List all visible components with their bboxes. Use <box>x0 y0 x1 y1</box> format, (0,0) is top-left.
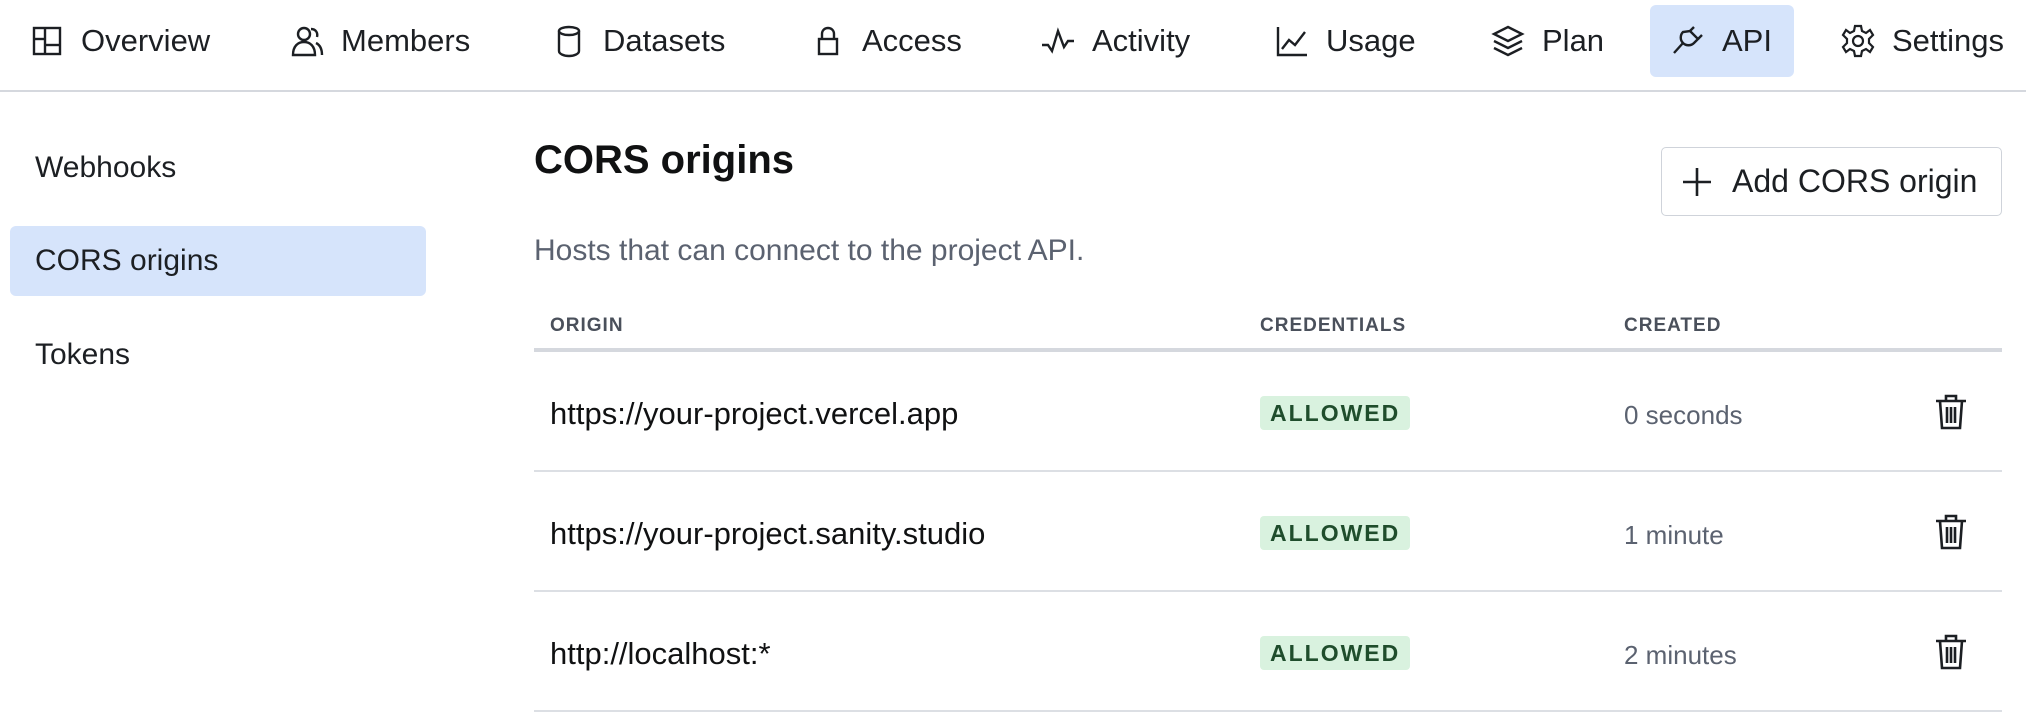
trash-icon[interactable] <box>1931 512 1971 552</box>
created-cell: 2 minutes <box>1624 640 1737 670</box>
tab-label: Access <box>862 23 962 58</box>
lock-icon <box>810 23 846 59</box>
tab-settings[interactable]: Settings <box>1830 5 2014 77</box>
tab-plan[interactable]: Plan <box>1480 5 1614 77</box>
trash-icon[interactable] <box>1931 632 1971 672</box>
tab-members[interactable]: Members <box>279 5 480 77</box>
add-cors-origin-button[interactable]: Add CORS origin <box>1661 147 2002 216</box>
tab-activity[interactable]: Activity <box>1030 5 1200 77</box>
sidebar-item-label: Webhooks <box>35 151 177 184</box>
tab-label: Members <box>341 23 471 58</box>
tab-label: API <box>1722 23 1772 58</box>
tab-datasets[interactable]: Datasets <box>541 5 735 77</box>
table-header: ORIGIN CREDENTIALS CREATED <box>534 305 2002 352</box>
origin-cell: https://your-project.vercel.app <box>550 396 959 431</box>
tab-label: Activity <box>1092 23 1191 58</box>
sidebar-item-cors-origins[interactable]: CORS origins <box>10 226 426 296</box>
tab-access[interactable]: Access <box>800 5 972 77</box>
column-header-created[interactable]: CREATED <box>1624 315 1721 337</box>
chart-line-icon <box>1274 23 1310 59</box>
table-row: https://your-project.sanity.studio ALLOW… <box>534 472 2002 592</box>
sidebar-item-tokens[interactable]: Tokens <box>10 320 426 390</box>
credentials-badge: ALLOWED <box>1260 396 1411 430</box>
tab-label: Plan <box>1542 23 1605 58</box>
plus-icon <box>1680 165 1714 199</box>
tab-usage[interactable]: Usage <box>1264 5 1426 77</box>
created-cell: 0 seconds <box>1624 400 1743 430</box>
page-description: Hosts that can connect to the project AP… <box>534 234 1085 267</box>
tab-label: Settings <box>1892 23 2005 58</box>
gear-icon <box>1840 23 1876 59</box>
table-row: https://your-project.vercel.app ALLOWED … <box>534 352 2002 472</box>
credentials-badge: ALLOWED <box>1260 636 1411 670</box>
sidebar-item-label: CORS origins <box>35 244 219 277</box>
tab-overview[interactable]: Overview <box>19 5 220 77</box>
plug-icon <box>1670 23 1706 59</box>
tab-api[interactable]: API <box>1650 5 1794 77</box>
origin-cell: https://your-project.sanity.studio <box>550 516 986 551</box>
credentials-badge: ALLOWED <box>1260 516 1411 550</box>
table-row: http://localhost:* ALLOWED 2 minutes <box>534 592 2002 712</box>
origin-cell: http://localhost:* <box>550 636 771 671</box>
tab-label: Overview <box>81 23 211 58</box>
tab-label: Datasets <box>603 23 726 58</box>
top-navigation: Overview Members Datasets Access Activit… <box>0 0 2026 92</box>
column-header-credentials[interactable]: CREDENTIALS <box>1260 315 1406 337</box>
add-cors-origin-label: Add CORS origin <box>1732 163 1978 199</box>
activity-icon <box>1040 23 1076 59</box>
trash-icon[interactable] <box>1931 392 1971 432</box>
sidebar-item-label: Tokens <box>35 338 131 371</box>
column-header-origin[interactable]: ORIGIN <box>550 315 624 337</box>
database-icon <box>551 23 587 59</box>
layers-icon <box>1490 23 1526 59</box>
created-cell: 1 minute <box>1624 520 1724 550</box>
tab-label: Usage <box>1326 23 1416 58</box>
overview-icon <box>29 23 65 59</box>
members-icon <box>289 23 325 59</box>
page-title: CORS origins <box>534 138 795 182</box>
sidebar-item-webhooks[interactable]: Webhooks <box>10 133 426 203</box>
